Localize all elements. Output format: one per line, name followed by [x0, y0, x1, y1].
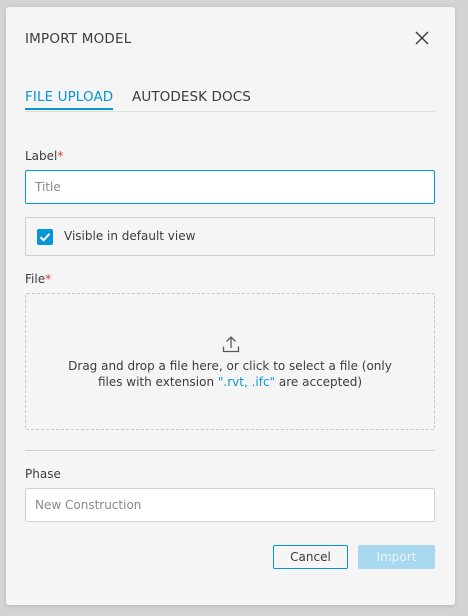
phase-select[interactable]: New Construction: [25, 488, 435, 522]
dropzone-line-1: Drag and drop a file here, or click to s…: [68, 359, 392, 373]
visible-checkbox[interactable]: [37, 229, 53, 245]
file-field-label: File*: [25, 272, 51, 286]
required-mark: *: [45, 272, 52, 286]
close-icon[interactable]: [413, 29, 431, 47]
required-mark: *: [57, 149, 64, 163]
file-dropzone[interactable]: Drag and drop a file here, or click to s…: [25, 293, 435, 430]
checkmark-icon: [39, 233, 51, 242]
tab-autodesk-docs[interactable]: AUTODESK DOCS: [132, 89, 251, 105]
upload-icon: [221, 334, 241, 354]
dropzone-line-2-end: are accepted): [275, 375, 363, 389]
divider: [25, 450, 435, 451]
dropzone-instructions: Drag and drop a file here, or click to s…: [26, 358, 434, 390]
cancel-button[interactable]: Cancel: [273, 545, 348, 569]
dropzone-line-2: files with extension ".rvt, .ifc" are ac…: [26, 374, 434, 390]
visibility-option[interactable]: Visible in default view: [25, 217, 435, 256]
import-model-dialog: IMPORT MODEL FILE UPLOAD AUTODESK DOCS L…: [6, 7, 455, 605]
dropzone-line-2-start: files with extension: [97, 375, 218, 389]
phase-select-value: New Construction: [35, 498, 142, 512]
tab-file-upload[interactable]: FILE UPLOAD: [25, 89, 114, 110]
tab-bar: FILE UPLOAD AUTODESK DOCS: [25, 89, 435, 112]
label-field-text: Label: [25, 149, 58, 163]
accepted-extensions: ".rvt, .ifc": [217, 375, 276, 389]
label-field-label: Label*: [25, 149, 63, 163]
label-input-placeholder: Title: [35, 180, 61, 194]
label-input[interactable]: Title: [25, 170, 435, 204]
phase-field-label: Phase: [25, 467, 61, 481]
import-button[interactable]: Import: [358, 545, 435, 569]
file-field-text: File: [25, 272, 46, 286]
dialog-title: IMPORT MODEL: [25, 31, 132, 47]
visible-checkbox-label: Visible in default view: [64, 229, 196, 243]
